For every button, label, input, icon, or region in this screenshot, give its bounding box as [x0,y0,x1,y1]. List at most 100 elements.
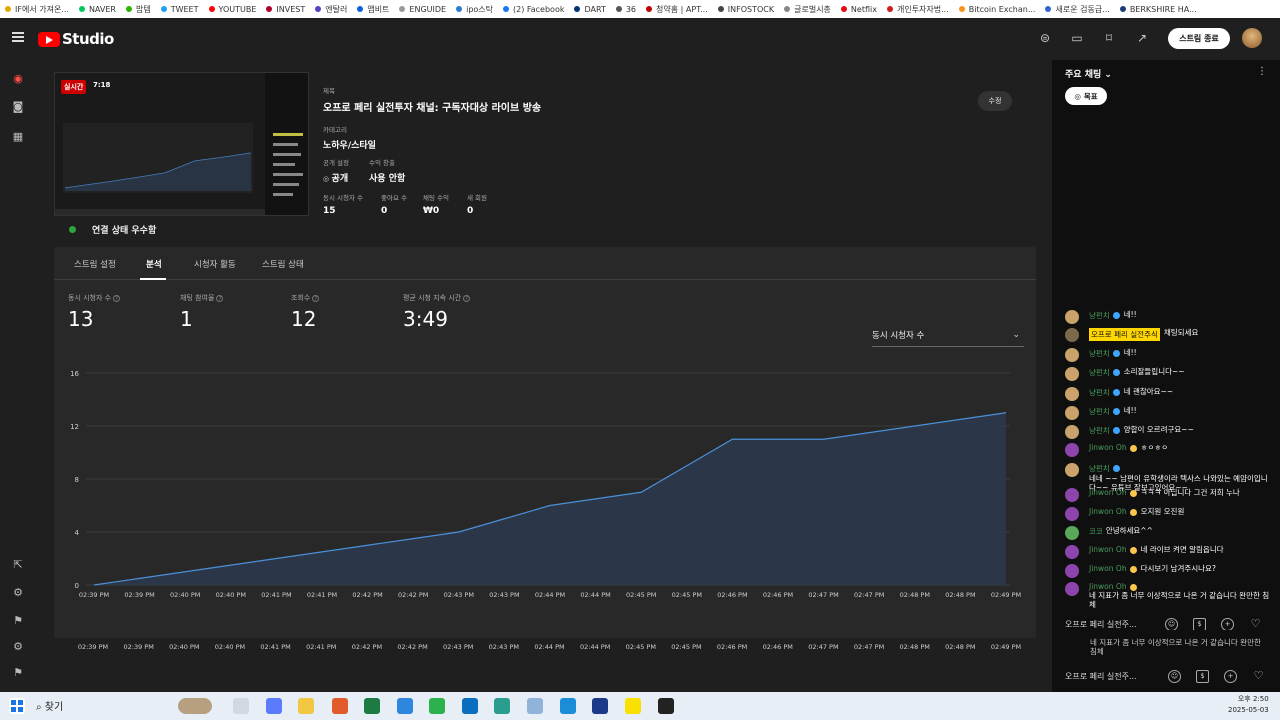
bookmark-item[interactable]: ipo스탁 [451,4,498,15]
chat-message[interactable]: Jinwon Oh ㅋㅋㅋ 아닙니다 그건 저희 누나 [1065,488,1277,502]
add-icon[interactable]: + [1221,617,1234,631]
bookmark-item[interactable]: DART [569,5,610,14]
settings-icon-2[interactable]: ⚙ [11,640,25,654]
folder-icon[interactable] [298,698,314,714]
copilot-icon[interactable] [266,698,282,714]
dollar-icon[interactable]: ⊜ [1038,31,1052,45]
app-icon-7[interactable] [658,698,674,714]
chat-author[interactable]: Jinwon Oh [1089,443,1127,452]
edge-icon-2[interactable] [462,698,478,714]
calendar-icon[interactable]: ▦ [11,130,25,144]
chat-author[interactable]: 냥펀치 [1089,406,1110,417]
heart-icon[interactable]: ♡ [1252,670,1265,683]
chat-author[interactable]: Jinwon Oh [1089,488,1127,497]
chat-message[interactable]: 냥펀치 네 괜찮아요~~ [1065,387,1277,401]
bookmark-item[interactable]: 글로벌시총 [779,4,836,15]
chat-author[interactable]: 냥펀치 [1089,367,1110,378]
task-view-icon[interactable] [233,698,249,714]
chat-message[interactable]: Jinwon Oh ㅎㅇㅎㅇ [1065,443,1277,457]
chat-message[interactable]: Jinwon Oh 네 지표가 좀 너무 이상적으로 나온 거 같습니다 완만한 … [1065,582,1277,609]
chat-message[interactable]: 냥펀치 네!! [1065,348,1277,362]
stream-preview[interactable]: 실시간 7:18 [54,72,309,216]
bookmark-item[interactable]: TWEET [156,5,204,14]
share-icon[interactable]: ↗ [1135,31,1149,45]
bookmark-item[interactable]: Netflix [836,5,882,14]
chat-mode-selector[interactable]: 주요 채팅 ⌄ [1065,67,1112,80]
chat-owner-author[interactable]: 오프로 페리 실전주식 [1089,328,1160,341]
camera-icon[interactable]: ◙ [11,100,25,114]
emoji-icon[interactable]: ☺ [1165,617,1178,631]
chat-author[interactable]: 냥펀치 [1089,387,1110,398]
bookmark-item[interactable]: 청약홈 | APT... [641,4,713,15]
bookmark-item[interactable]: BERKSHIRE HA... [1115,5,1202,14]
app-icon-3[interactable] [494,698,510,714]
chat-message[interactable]: 냥펀치 소리잘들립니다~~ [1065,367,1277,381]
bookmark-item[interactable]: 개인투자자법... [882,4,954,15]
add-icon[interactable]: + [1224,669,1237,683]
bookmark-item[interactable]: (2) Facebook [498,5,569,14]
bookmark-icon[interactable]: ⌑ [1102,31,1116,45]
chat-author[interactable]: 냥펀치 [1089,425,1110,436]
bookmark-item[interactable]: 36 [611,5,641,14]
chat-message[interactable]: 냥펀치 양합이 오르려구요~~ [1065,425,1277,439]
chat-message[interactable]: Jinwon Oh 오지원 오진원 [1065,507,1277,521]
settings-icon[interactable]: ⚙ [11,586,25,600]
app-icon-5[interactable] [560,698,576,714]
chat-author[interactable]: Jinwon Oh [1089,545,1127,554]
chat-message[interactable]: Jinwon Oh 다시보기 남겨주시나요? [1065,564,1277,578]
bookmark-item[interactable]: Bitcoin Exchan... [954,5,1041,14]
chat-author[interactable]: Jinwon Oh [1089,564,1127,573]
chat-author[interactable]: 냥펀치 [1089,463,1110,474]
youtube-studio-logo[interactable]: Studio [38,30,114,48]
open-external-icon[interactable]: ⇱ [11,558,25,572]
feedback-icon[interactable]: ⚑ [11,614,25,628]
sticker-icon[interactable]: $ [1193,617,1206,631]
live-stream-icon[interactable]: ◉ [11,72,25,86]
chat-author[interactable]: Jinwon Oh [1089,507,1127,516]
bookmark-item[interactable]: INFOSTOCK [713,5,779,14]
bookmark-item[interactable]: ENGUIDE [394,5,451,14]
bookmark-item[interactable]: YOUTUBE [204,5,262,14]
koala-widget-icon[interactable] [178,698,212,714]
chat-message[interactable]: 냥펀치 네!! [1065,310,1277,324]
chat-input-2[interactable]: 오프로 페리 실전주... ☺ $ + ♡ [1065,666,1275,686]
menu-icon[interactable] [12,32,24,42]
account-avatar[interactable] [1242,28,1262,48]
bookmark-item[interactable]: 새로운 검동급... [1040,4,1114,15]
sticker-icon[interactable]: $ [1196,669,1209,683]
app-icon-2[interactable] [429,698,445,714]
bookmark-item[interactable]: 밥템 [121,4,156,15]
app-icon-4[interactable] [527,698,543,714]
x-tick-label: 02:47 PM [808,591,838,599]
chat-message[interactable]: 냥펀치 네!! [1065,406,1277,420]
app-icon-6[interactable] [592,698,608,714]
feedback-icon-2[interactable]: ⚑ [11,666,25,680]
x-tick-label-secondary: 02:46 PM [763,643,793,651]
edge-icon[interactable] [397,698,413,714]
bookmark-item[interactable]: 엔탈러 [310,4,352,15]
goal-chip[interactable]: ◎ 목표 [1065,87,1107,105]
emoji-icon[interactable]: ☺ [1168,669,1181,683]
bookmark-item[interactable]: 앱비트 [352,4,394,15]
kakaotalk-icon[interactable] [625,698,641,714]
windows-start-icon[interactable] [9,698,25,714]
bookmark-item[interactable]: NAVER [74,5,121,14]
chat-message[interactable]: 오프로 페리 실전주식 채팅되세요 [1065,328,1277,342]
taskbar-clock[interactable]: 오후 2:50 2025-05-03 [1228,694,1269,716]
chat-message[interactable]: Jinwon Oh 네 라이브 켜면 알림옵니다 [1065,545,1277,559]
excel-icon[interactable] [364,698,380,714]
more-icon[interactable]: ⋮ [1257,66,1267,77]
chat-author[interactable]: 냥펀치 [1089,348,1110,359]
chat-author[interactable]: 냥펀치 [1089,310,1110,321]
edit-button[interactable]: 수정 [978,91,1012,111]
end-stream-button[interactable]: 스트림 종료 [1168,28,1230,49]
chat-author[interactable]: Jinwon Oh [1089,582,1127,591]
chat-message[interactable]: 코코 안녕하세요^^ [1065,526,1277,540]
taskbar-search[interactable]: ⌕ 찾기 [36,698,63,713]
chat-author[interactable]: 코코 [1089,526,1103,537]
heart-icon[interactable]: ♡ [1249,618,1262,631]
bookmark-item[interactable]: IF에서 가져온... [0,4,74,15]
screen-icon[interactable]: ▭ [1070,31,1084,45]
bookmark-item[interactable]: INVEST [261,5,310,14]
app-icon-1[interactable] [332,698,348,714]
